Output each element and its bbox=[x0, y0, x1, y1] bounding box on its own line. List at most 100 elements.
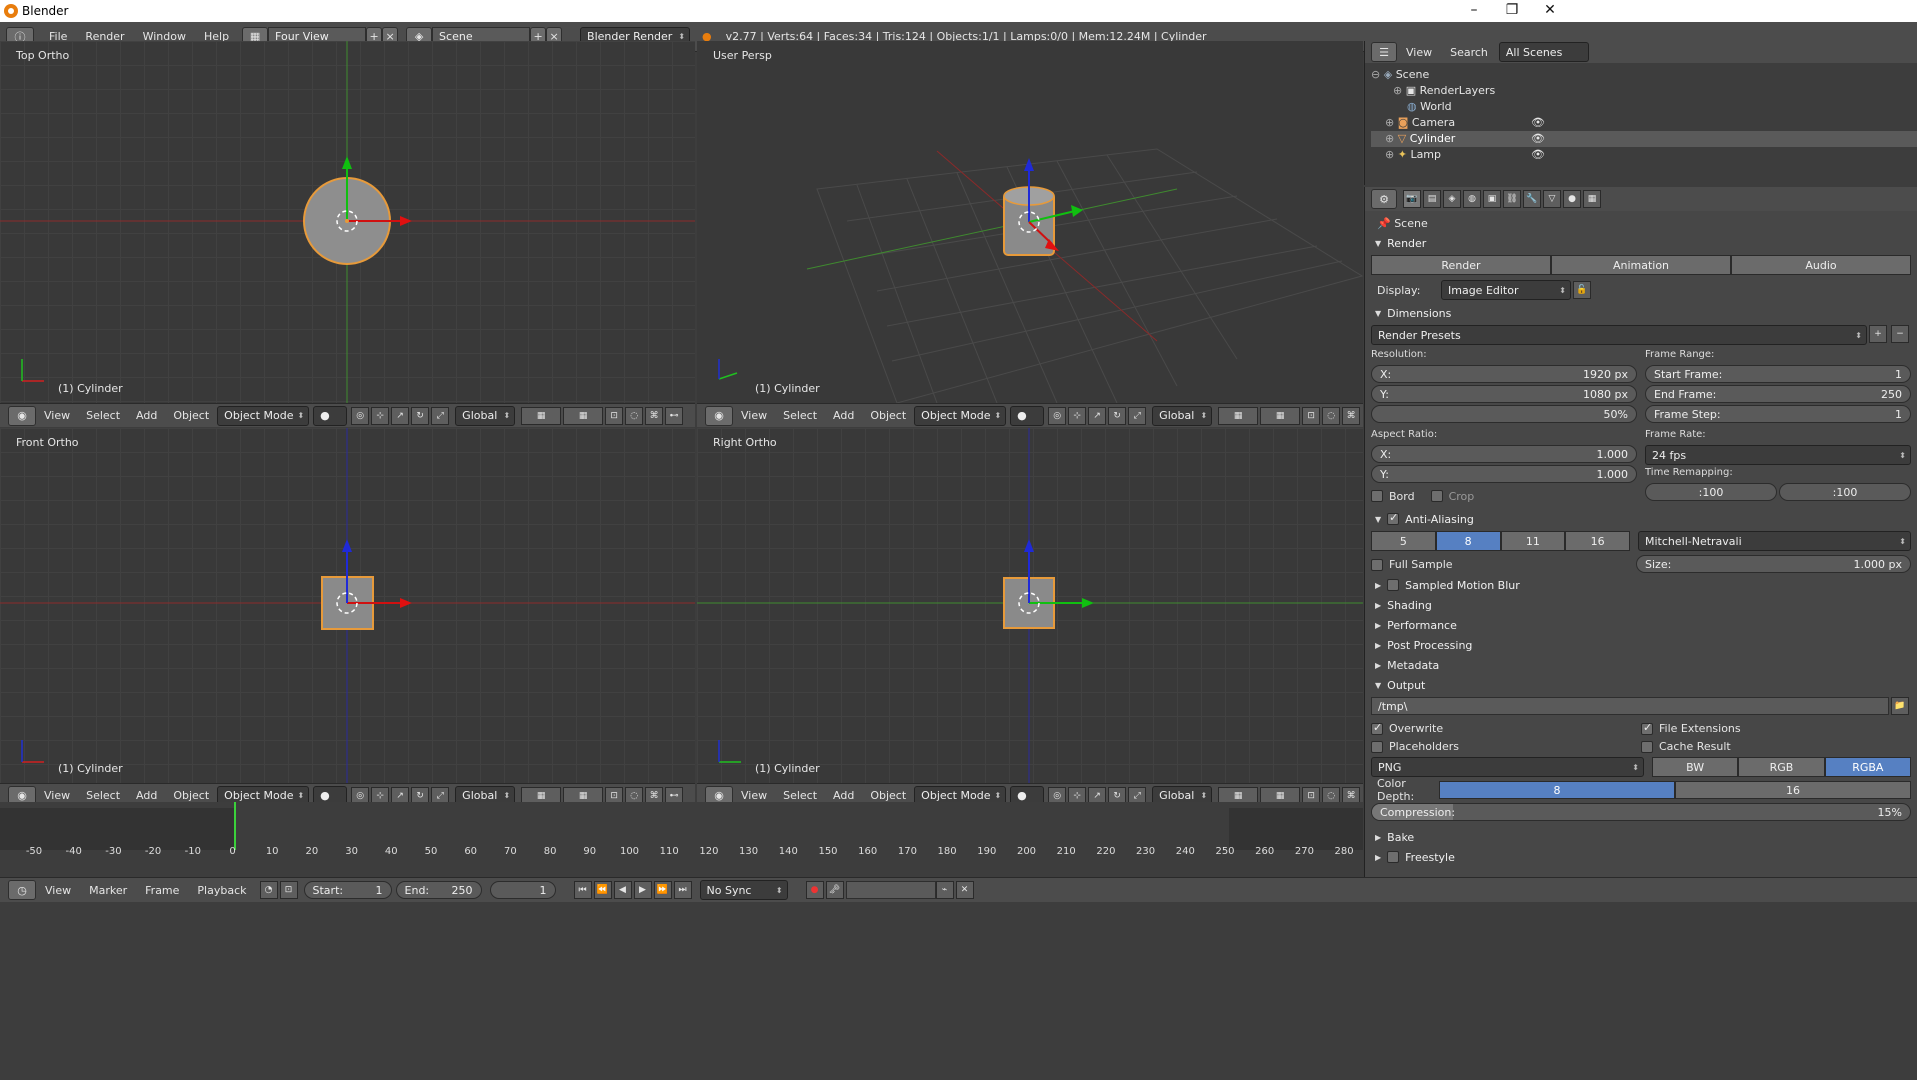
menu-object[interactable]: Object bbox=[165, 789, 217, 802]
antialiasing-checkbox[interactable] bbox=[1387, 511, 1400, 525]
lock-icon[interactable]: ⊡ bbox=[1302, 406, 1321, 425]
layers-icon[interactable]: ▦ bbox=[1218, 406, 1259, 425]
placeholders-checkbox[interactable] bbox=[1371, 740, 1383, 753]
scale-icon[interactable]: ⤢ bbox=[431, 406, 450, 425]
panel-render-header[interactable]: ▼ Render bbox=[1365, 233, 1917, 253]
pivot-icon[interactable]: ◎ bbox=[351, 406, 370, 425]
viewport-right-ortho[interactable]: Right Ortho (1) Cylinder bbox=[697, 428, 1363, 783]
render-layers-tab-icon[interactable]: ▤ bbox=[1423, 190, 1441, 208]
material-tab-icon[interactable]: ● bbox=[1563, 190, 1581, 208]
menu-select[interactable]: Select bbox=[78, 789, 128, 802]
menu-view[interactable]: View bbox=[733, 789, 775, 802]
jump-end-icon[interactable]: ⏭ bbox=[673, 881, 692, 899]
editor-type-3d-icon[interactable]: ◉ bbox=[8, 405, 36, 426]
scene-tab-icon[interactable]: ◈ bbox=[1443, 190, 1461, 208]
prev-keyframe-icon[interactable]: ⏪ bbox=[593, 881, 612, 899]
current-frame-field[interactable]: 1 bbox=[489, 881, 556, 899]
resolution-x-field[interactable]: X: 1920 px bbox=[1371, 365, 1637, 383]
aspect-y-field[interactable]: Y: 1.000 bbox=[1371, 465, 1637, 483]
scale-icon[interactable]: ⤢ bbox=[1128, 406, 1147, 425]
panel-dimensions-header[interactable]: ▼ Dimensions bbox=[1365, 303, 1917, 323]
menu-frame[interactable]: Frame bbox=[136, 884, 188, 897]
constraints-tab-icon[interactable]: ⛓ bbox=[1503, 190, 1521, 208]
color-depth-8[interactable]: 8 bbox=[1439, 781, 1675, 799]
texture-tab-icon[interactable]: ▦ bbox=[1583, 190, 1601, 208]
next-keyframe-icon[interactable]: ⏩ bbox=[653, 881, 672, 899]
aa-size-field[interactable]: Size: 1.000 px bbox=[1636, 555, 1911, 573]
menu-playback[interactable]: Playback bbox=[188, 884, 255, 897]
pivot-icon[interactable]: ◎ bbox=[1048, 406, 1067, 425]
file-format-select[interactable]: PNG ⬍ bbox=[1371, 757, 1644, 777]
manipulator-icon[interactable]: ⊹ bbox=[371, 406, 390, 425]
menu-select[interactable]: Select bbox=[78, 409, 128, 422]
panel-motion-blur-header[interactable]: ▶ Sampled Motion Blur bbox=[1365, 575, 1917, 595]
menu-add[interactable]: Add bbox=[128, 409, 165, 422]
snap-icon[interactable]: ⌘ bbox=[1342, 406, 1361, 425]
motion-blur-checkbox[interactable] bbox=[1387, 579, 1400, 591]
output-path-field[interactable]: /tmp\ bbox=[1371, 697, 1889, 715]
panel-metadata-header[interactable]: ▶ Metadata bbox=[1365, 655, 1917, 675]
sync-select[interactable]: No Sync ⬍ bbox=[699, 880, 788, 900]
render-button[interactable]: Render bbox=[1371, 255, 1551, 275]
panel-shading-header[interactable]: ▶ Shading bbox=[1365, 595, 1917, 615]
editor-type-3d-icon[interactable]: ◉ bbox=[705, 405, 733, 426]
render-presets-select[interactable]: Render Presets ⬍ bbox=[1371, 325, 1867, 345]
display-mode-select[interactable]: All Scenes bbox=[1498, 42, 1589, 62]
tree-item-lamp[interactable]: ⊕ ✦ Lamp 👁 bbox=[1371, 147, 1917, 163]
aspect-x-field[interactable]: X: 1.000 bbox=[1371, 445, 1637, 463]
aa-samples-5[interactable]: 5 bbox=[1371, 531, 1436, 551]
panel-bake-header[interactable]: ▶ Bake bbox=[1365, 827, 1917, 847]
start-frame-field[interactable]: Start Frame: 1 bbox=[1645, 365, 1911, 383]
menu-add[interactable]: Add bbox=[128, 789, 165, 802]
animation-button[interactable]: Animation bbox=[1551, 255, 1731, 275]
play-reverse-icon[interactable]: ◀ bbox=[613, 881, 632, 899]
render-preview-icon[interactable]: ◌ bbox=[1322, 406, 1341, 425]
lock-interface-icon[interactable]: 🔓 bbox=[1573, 281, 1591, 299]
color-mode-rgba[interactable]: RGBA bbox=[1824, 757, 1911, 777]
editor-type-timeline-icon[interactable]: ◷ bbox=[8, 880, 36, 900]
frame-step-field[interactable]: Frame Step: 1 bbox=[1645, 405, 1911, 423]
render-preview-icon[interactable]: ◌ bbox=[625, 406, 644, 425]
jump-start-icon[interactable]: ⏮ bbox=[573, 881, 592, 899]
end-frame-field[interactable]: End: 250 bbox=[395, 881, 482, 899]
overwrite-checkbox[interactable] bbox=[1371, 721, 1383, 735]
frame-rate-select[interactable]: 24 fps ⬍ bbox=[1645, 445, 1911, 465]
mode-select[interactable]: Object Mode ⬍ bbox=[914, 405, 1007, 426]
menu-view[interactable]: View bbox=[36, 789, 78, 802]
mode-select[interactable]: Object Mode ⬍ bbox=[217, 405, 310, 426]
menu-marker[interactable]: Marker bbox=[80, 884, 136, 897]
tree-item-scene[interactable]: ⊖ ◈ Scene bbox=[1371, 67, 1917, 83]
viewport-front-ortho[interactable]: Front Ortho (1) Cylinder bbox=[0, 428, 695, 783]
tree-item-camera[interactable]: ⊕ ◙ Camera 👁 bbox=[1371, 115, 1917, 131]
resolution-y-field[interactable]: Y: 1080 px bbox=[1371, 385, 1637, 403]
compression-slider[interactable]: Compression: 15% bbox=[1371, 803, 1911, 821]
visibility-eye-icon[interactable]: 👁 bbox=[1531, 131, 1545, 147]
orientation-select[interactable]: Global ⬍ bbox=[1152, 405, 1213, 426]
remap-old-field[interactable]: :100 bbox=[1645, 483, 1777, 501]
menu-select[interactable]: Select bbox=[775, 789, 825, 802]
menu-view[interactable]: View bbox=[1397, 46, 1441, 59]
tree-item-cylinder[interactable]: ⊕ ▽ Cylinder 👁 bbox=[1371, 131, 1917, 147]
aa-filter-select[interactable]: Mitchell-Netravali ⬍ bbox=[1638, 531, 1911, 551]
aa-samples-8[interactable]: 8 bbox=[1435, 531, 1501, 551]
menu-object[interactable]: Object bbox=[165, 409, 217, 422]
modifiers-tab-icon[interactable]: 🔧 bbox=[1523, 190, 1541, 208]
color-mode-rgb[interactable]: RGB bbox=[1738, 757, 1825, 777]
color-depth-16[interactable]: 16 bbox=[1675, 781, 1911, 799]
resolution-percent-field[interactable]: 50% bbox=[1371, 405, 1637, 423]
start-frame-field[interactable]: Start: 1 bbox=[303, 881, 392, 899]
tree-item-world[interactable]: ◍ World bbox=[1371, 99, 1917, 115]
menu-object[interactable]: Object bbox=[862, 409, 914, 422]
insert-key-icon[interactable]: ⌁ bbox=[935, 881, 954, 899]
layers-icon[interactable]: ▦ bbox=[1260, 406, 1301, 425]
proportional-icon[interactable]: ⊷ bbox=[665, 406, 684, 425]
panel-post-processing-header[interactable]: ▶ Post Processing bbox=[1365, 635, 1917, 655]
menu-view[interactable]: View bbox=[36, 409, 78, 422]
current-frame-indicator[interactable] bbox=[234, 802, 236, 850]
panel-output-header[interactable]: ▼ Output bbox=[1365, 675, 1917, 695]
shading-select[interactable]: ● bbox=[1010, 405, 1045, 426]
panel-antialiasing-header[interactable]: ▼Anti-Aliasing bbox=[1365, 509, 1917, 529]
tree-item-renderlayers[interactable]: ⊕ ▣ RenderLayers bbox=[1371, 83, 1917, 99]
keying-set-field[interactable] bbox=[845, 881, 936, 899]
menu-select[interactable]: Select bbox=[775, 409, 825, 422]
